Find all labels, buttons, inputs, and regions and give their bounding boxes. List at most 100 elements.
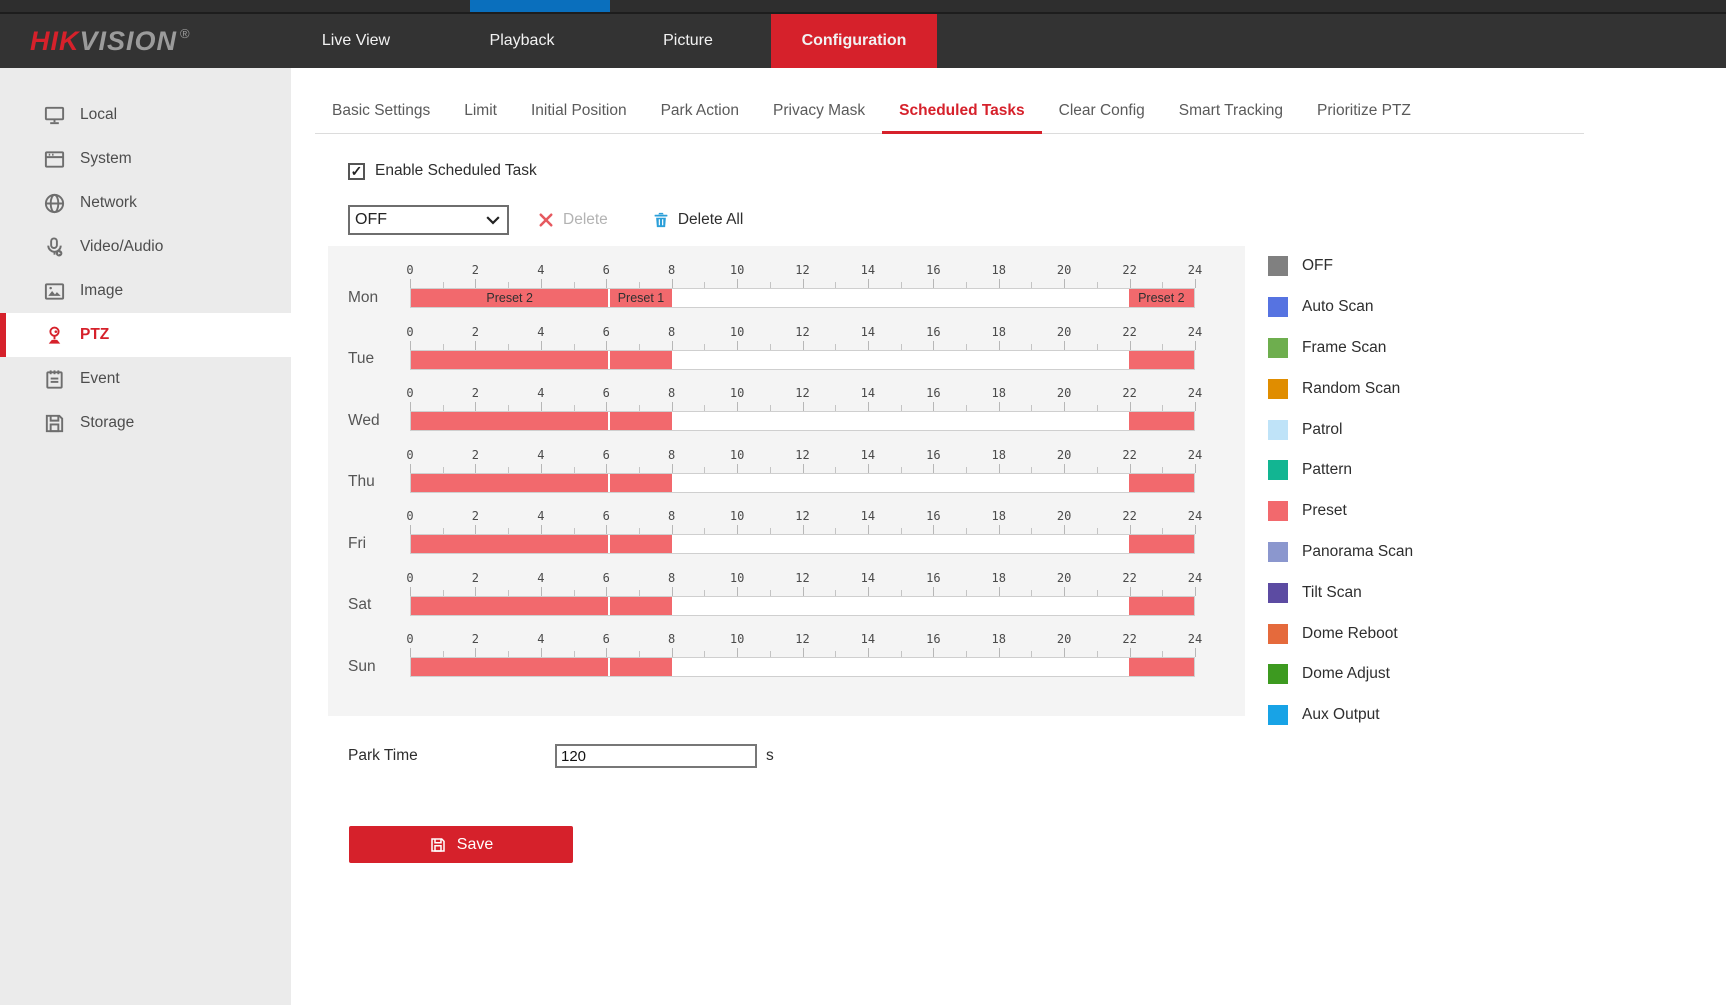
axis-tick: [606, 648, 607, 657]
schedule-segment[interactable]: [1129, 351, 1194, 369]
schedule-bar-mon[interactable]: Preset 2Preset 1Preset 2: [410, 288, 1195, 308]
schedule-segment[interactable]: [411, 474, 608, 492]
day-label-text: Wed: [348, 411, 410, 431]
tab-limit[interactable]: Limit: [447, 90, 514, 134]
schedule-segment[interactable]: [610, 597, 672, 615]
schedule-bar-sun[interactable]: [410, 657, 1195, 677]
axis-tick: [1130, 279, 1131, 288]
schedule-segment[interactable]: Preset 2: [411, 289, 608, 307]
axis-tick: [541, 648, 542, 657]
axis-tick: [410, 464, 411, 473]
axis-tick: [606, 525, 607, 534]
axis-tick: [1130, 402, 1131, 411]
axis-tick: [868, 341, 869, 350]
timeline-wed: 024681012141618202224: [410, 383, 1195, 445]
schedule-segment[interactable]: [1129, 597, 1194, 615]
axis-tick: [475, 587, 476, 596]
timeline-sat: 024681012141618202224: [410, 568, 1195, 630]
schedule-bar-tue[interactable]: [410, 350, 1195, 370]
axis-hour-label: 18: [992, 263, 1006, 277]
axis-tick: [999, 648, 1000, 657]
sidebar-item-storage[interactable]: Storage: [0, 401, 291, 445]
delete-button[interactable]: Delete: [537, 211, 608, 229]
axis-tick: [1130, 525, 1131, 534]
tab-privacy-mask[interactable]: Privacy Mask: [756, 90, 882, 134]
logo-registered-mark: ®: [180, 26, 191, 41]
schedule-segment[interactable]: [411, 535, 608, 553]
axis-tick: [606, 341, 607, 350]
tab-park-action[interactable]: Park Action: [644, 90, 756, 134]
schedule-segment[interactable]: [411, 412, 608, 430]
legend-swatch-off: [1268, 256, 1288, 276]
schedule-bar-thu[interactable]: [410, 473, 1195, 493]
schedule-segment[interactable]: [610, 351, 672, 369]
axis-hour-label: 20: [1057, 509, 1071, 523]
sidebar-item-image[interactable]: Image: [0, 269, 291, 313]
delete-all-button[interactable]: Delete All: [652, 211, 743, 229]
tab-scheduled-tasks[interactable]: Scheduled Tasks: [882, 90, 1041, 134]
axis-tick: [606, 402, 607, 411]
schedule-bar-wed[interactable]: [410, 411, 1195, 431]
nav-item-picture[interactable]: Picture: [605, 14, 771, 68]
schedule-segment[interactable]: [1129, 658, 1194, 676]
sidebar-item-label: Image: [80, 282, 123, 300]
tab-initial-position[interactable]: Initial Position: [514, 90, 644, 134]
tab-prioritize-ptz[interactable]: Prioritize PTZ: [1300, 90, 1428, 134]
axis-tick: [475, 464, 476, 473]
schedule-bar-fri[interactable]: [410, 534, 1195, 554]
schedule-segment[interactable]: [1129, 412, 1194, 430]
sidebar-item-video-audio[interactable]: Video/Audio: [0, 225, 291, 269]
enable-scheduled-task-checkbox[interactable]: [348, 163, 365, 180]
day-label-text: Mon: [348, 288, 410, 308]
sidebar-item-network[interactable]: Network: [0, 181, 291, 225]
schedule-segment[interactable]: Preset 2: [1129, 289, 1194, 307]
sidebar-item-label: Video/Audio: [80, 238, 163, 256]
axis-hour-label: 24: [1188, 325, 1202, 339]
axis-hour-label: 16: [926, 571, 940, 585]
axis-tick: [1130, 341, 1131, 350]
sidebar-item-event[interactable]: Event: [0, 357, 291, 401]
nav-item-configuration[interactable]: Configuration: [771, 14, 937, 68]
schedule-segment[interactable]: [411, 658, 608, 676]
axis-hour-label: 20: [1057, 263, 1071, 277]
axis-tick: [737, 402, 738, 411]
park-time-input[interactable]: [555, 744, 757, 768]
nav-item-playback[interactable]: Playback: [439, 14, 605, 68]
axis-tick: [737, 525, 738, 534]
tab-basic-settings[interactable]: Basic Settings: [315, 90, 447, 134]
sidebar-item-local[interactable]: Local: [0, 93, 291, 137]
park-time-row: Park Time s: [348, 742, 774, 770]
schedule-segment[interactable]: [1129, 535, 1194, 553]
task-type-legend: OFFAuto ScanFrame ScanRandom ScanPatrolP…: [1268, 246, 1413, 736]
legend-swatch-dome-reboot: [1268, 624, 1288, 644]
tab-clear-config[interactable]: Clear Config: [1042, 90, 1162, 134]
tab-smart-tracking[interactable]: Smart Tracking: [1162, 90, 1300, 134]
save-button[interactable]: Save: [349, 826, 573, 863]
sidebar-item-ptz[interactable]: PTZ: [0, 313, 291, 357]
schedule-segment[interactable]: [610, 535, 672, 553]
axis-hour-label: 14: [861, 325, 875, 339]
legend-item-random-scan: Random Scan: [1268, 368, 1413, 409]
schedule-segment[interactable]: [610, 658, 672, 676]
timeline-thu: 024681012141618202224: [410, 445, 1195, 507]
schedule-segment[interactable]: [610, 412, 672, 430]
axis-hour-label: 24: [1188, 386, 1202, 400]
schedule-segment[interactable]: [411, 351, 608, 369]
schedule-bar-sat[interactable]: [410, 596, 1195, 616]
schedule-segment[interactable]: [610, 474, 672, 492]
schedule-segment[interactable]: [1129, 474, 1194, 492]
sidebar-item-system[interactable]: System: [0, 137, 291, 181]
nav-item-live-view[interactable]: Live View: [273, 14, 439, 68]
legend-label-text: Random Scan: [1302, 380, 1400, 398]
monitor-icon: [43, 104, 66, 127]
schedule-segment[interactable]: [411, 597, 608, 615]
task-type-select[interactable]: OFF: [348, 205, 509, 235]
schedule-segment[interactable]: Preset 1: [610, 289, 672, 307]
axis-tick: [1064, 648, 1065, 657]
axis-tick: [606, 279, 607, 288]
axis-hour-label: 6: [603, 448, 610, 462]
axis-tick: [803, 341, 804, 350]
sidebar-item-label: PTZ: [80, 326, 109, 344]
legend-item-off: OFF: [1268, 246, 1413, 287]
axis-hour-label: 16: [926, 263, 940, 277]
